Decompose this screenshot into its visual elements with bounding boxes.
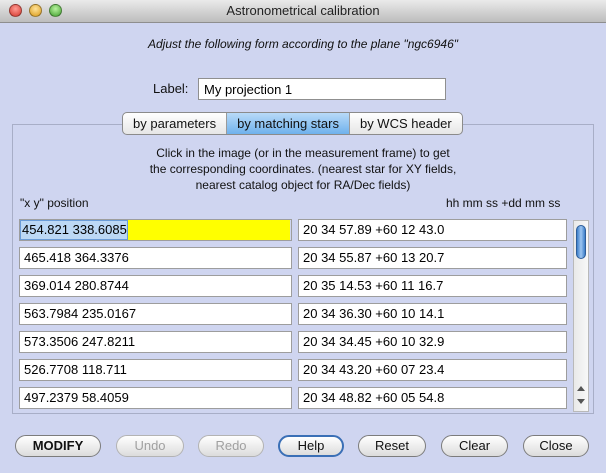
star-match-list: 454.821 338.6085 20 34 57.89 +60 12 43.0… — [17, 216, 574, 412]
title-bar[interactable]: Astronometrical calibration — [0, 0, 606, 23]
label-caption: Label: — [153, 81, 189, 96]
table-row: 465.418 364.3376 20 34 55.87 +60 13 20.7 — [17, 244, 574, 275]
button-bar: MODIFY Undo Redo Help Reset Clear Close — [0, 435, 606, 457]
radec-field[interactable]: 20 34 55.87 +60 13 20.7 — [298, 247, 567, 269]
scrollbar-thumb[interactable] — [576, 225, 586, 259]
radec-field[interactable]: 20 34 43.20 +60 07 23.4 — [298, 359, 567, 381]
clear-button[interactable]: Clear — [441, 435, 508, 457]
radec-column-header: hh mm ss +dd mm ss — [446, 196, 561, 210]
xy-field[interactable]: 465.418 364.3376 — [19, 247, 292, 269]
xy-field[interactable]: 573.3506 247.8211 — [19, 331, 292, 353]
radec-field[interactable]: 20 35 14.53 +60 11 16.7 — [298, 275, 567, 297]
tab-by-matching-stars[interactable]: by matching stars — [227, 113, 350, 134]
radec-field[interactable]: 20 34 57.89 +60 12 43.0 — [298, 219, 567, 241]
table-row: 573.3506 247.8211 20 34 34.45 +60 10 32.… — [17, 328, 574, 359]
scroll-up-arrow-icon[interactable] — [577, 386, 585, 391]
table-row: 369.014 280.8744 20 35 14.53 +60 11 16.7 — [17, 272, 574, 303]
table-row: 497.2379 58.4059 20 34 48.82 +60 05 54.8 — [17, 384, 574, 412]
modify-button[interactable]: MODIFY — [15, 435, 101, 457]
xy-field[interactable]: 497.2379 58.4059 — [19, 387, 292, 409]
help-text: Click in the image (or in the measuremen… — [12, 145, 594, 193]
help-line-1: Click in the image (or in the measuremen… — [156, 146, 450, 160]
table-row: 563.7984 235.0167 20 34 36.30 +60 10 14.… — [17, 300, 574, 331]
xy-column-header: "x y" position — [20, 196, 89, 210]
close-button[interactable]: Close — [523, 435, 589, 457]
help-line-3: nearest catalog object for RA/Dec fields… — [195, 178, 411, 192]
xy-field[interactable]: 369.014 280.8744 — [19, 275, 292, 297]
radec-field[interactable]: 20 34 48.82 +60 05 54.8 — [298, 387, 567, 409]
reset-button[interactable]: Reset — [358, 435, 426, 457]
tab-by-wcs-header[interactable]: by WCS header — [350, 113, 462, 134]
label-input[interactable] — [198, 78, 446, 100]
radec-field[interactable]: 20 34 34.45 +60 10 32.9 — [298, 331, 567, 353]
xy-field[interactable]: 563.7984 235.0167 — [19, 303, 292, 325]
selected-text: 454.821 338.6085 — [20, 220, 128, 240]
scroll-down-arrow-icon[interactable] — [577, 399, 585, 404]
radec-field[interactable]: 20 34 36.30 +60 10 14.1 — [298, 303, 567, 325]
tab-by-parameters[interactable]: by parameters — [123, 113, 228, 134]
calibration-window: Astronometrical calibration Adjust the f… — [0, 0, 606, 473]
instruction-text: Adjust the following form according to t… — [147, 37, 459, 51]
help-line-2: the corresponding coordinates. (nearest … — [149, 162, 457, 176]
xy-field[interactable]: 454.821 338.6085 — [19, 219, 292, 241]
window-title: Astronometrical calibration — [226, 3, 380, 18]
redo-button[interactable]: Redo — [198, 435, 264, 457]
help-button[interactable]: Help — [278, 435, 344, 457]
list-scrollbar[interactable] — [573, 220, 589, 412]
table-row: 454.821 338.6085 20 34 57.89 +60 12 43.0 — [17, 216, 574, 247]
undo-button[interactable]: Undo — [116, 435, 184, 457]
method-tabs: by parameters by matching stars by WCS h… — [122, 112, 463, 135]
table-row: 526.7708 118.711 20 34 43.20 +60 07 23.4 — [17, 356, 574, 387]
xy-field[interactable]: 526.7708 118.711 — [19, 359, 292, 381]
